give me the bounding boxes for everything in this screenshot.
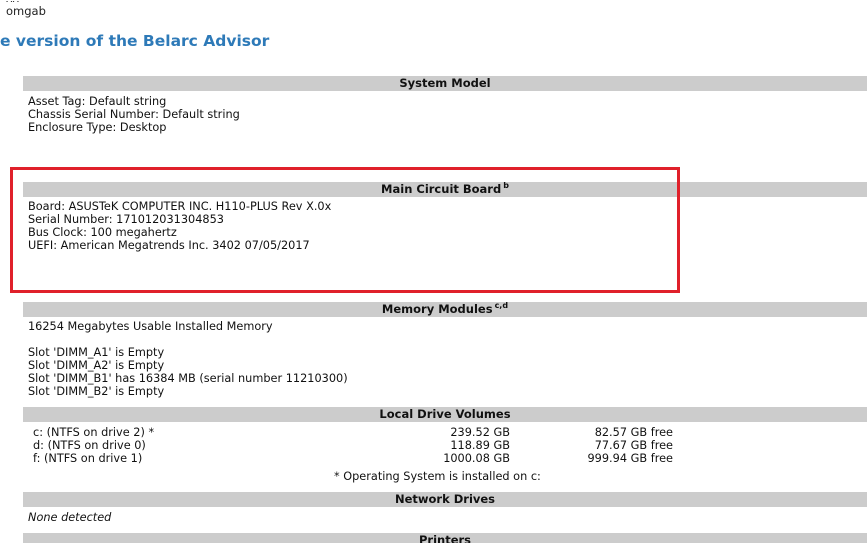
memory-slot: Slot 'DIMM_B1' has 16384 MB (serial numb… <box>28 372 348 385</box>
page-title: e version of the Belarc Advisor <box>0 32 270 50</box>
drive-free: 77.67 GB free <box>594 439 673 452</box>
board-info: Board: ASUSTeK COMPUTER INC. H110-PLUS R… <box>28 200 332 213</box>
footnote-ref: c,d <box>494 301 509 310</box>
drive-free: 82.57 GB free <box>594 426 673 439</box>
drive-name: c: (NTFS on drive 2) * <box>33 426 155 439</box>
section-header-network-drives: Network Drives <box>23 492 867 507</box>
memory-slot: Slot 'DIMM_A2' is Empty <box>28 359 165 372</box>
bus-clock: Bus Clock: 100 megahertz <box>28 226 177 239</box>
drive-size: 1000.08 GB <box>443 452 510 465</box>
os-footnote: * Operating System is installed on c: <box>334 470 541 483</box>
footnote-ref: b <box>503 181 509 190</box>
memory-total: 16254 Megabytes Usable Installed Memory <box>28 320 273 333</box>
section-header-memory-modules: Memory Modules c,d <box>23 301 867 317</box>
uefi-info: UEFI: American Megatrends Inc. 3402 07/0… <box>28 239 310 252</box>
enclosure-type: Enclosure Type: Desktop <box>28 121 167 134</box>
section-header-main-circuit-board: Main Circuit Board b <box>23 181 867 197</box>
drive-size: 239.52 GB <box>450 426 510 439</box>
section-title: Main Circuit Board <box>381 182 502 196</box>
asset-tag: Asset Tag: Default string <box>28 95 167 108</box>
memory-slot: Slot 'DIMM_B2' is Empty <box>28 385 165 398</box>
network-drives-none: None detected <box>28 511 112 524</box>
section-title: Printers <box>418 533 472 543</box>
section-title: Local Drive Volumes <box>379 407 511 421</box>
username: omgab <box>6 4 46 18</box>
header-fragment: yy <box>6 0 19 2</box>
memory-slot: Slot 'DIMM_A1' is Empty <box>28 346 165 359</box>
drive-name: d: (NTFS on drive 0) <box>33 439 146 452</box>
section-header-printers: Printers <box>23 533 867 543</box>
board-serial: Serial Number: 171012031304853 <box>28 213 224 226</box>
section-header-system-model: System Model <box>23 76 867 91</box>
drive-free: 999.94 GB free <box>587 452 674 465</box>
drive-size: 118.89 GB <box>450 439 510 452</box>
section-title: System Model <box>399 76 491 90</box>
section-title: Network Drives <box>394 492 496 506</box>
drive-name: f: (NTFS on drive 1) <box>33 452 143 465</box>
section-title: Memory Modules <box>381 302 493 316</box>
chassis-serial: Chassis Serial Number: Default string <box>28 108 240 121</box>
section-header-local-drive-volumes: Local Drive Volumes <box>23 407 867 422</box>
